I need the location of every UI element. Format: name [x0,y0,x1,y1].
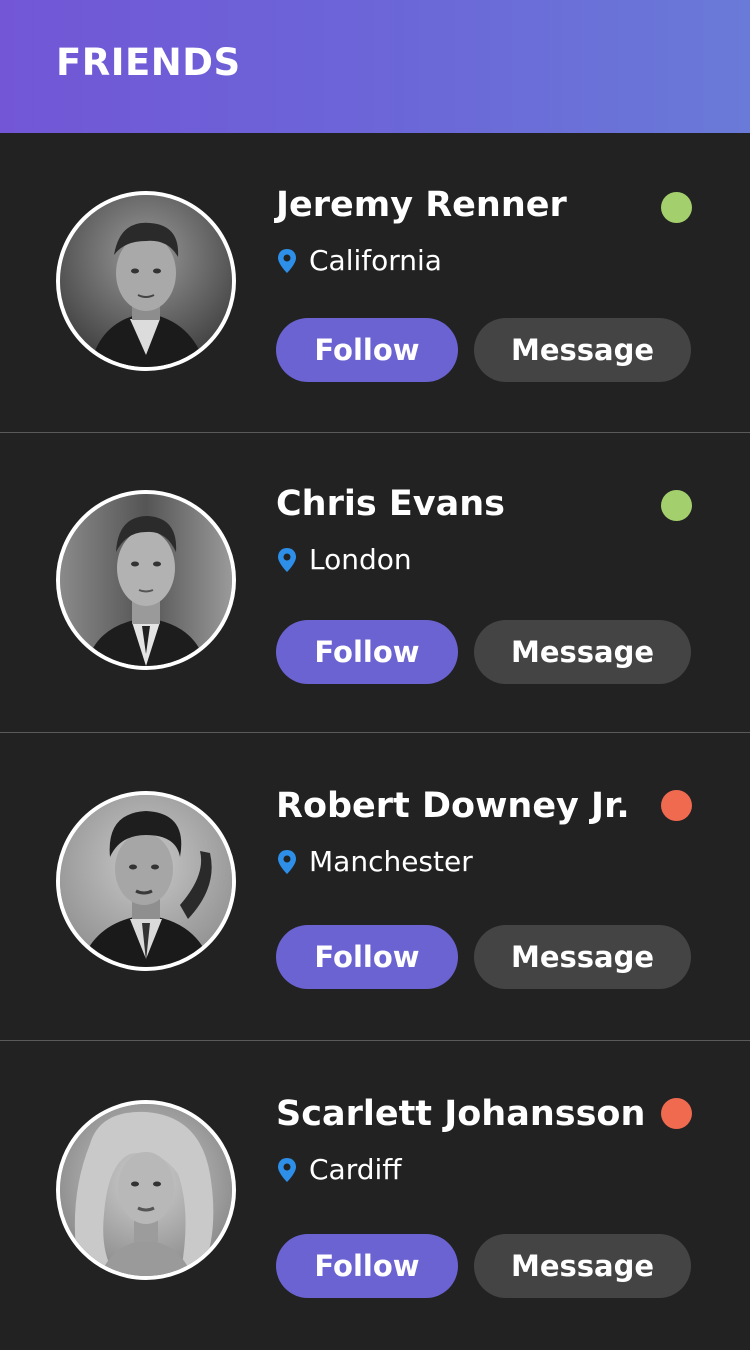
avatar-photo-scarlett-johansson [60,1104,232,1276]
follow-button[interactable]: Follow [276,318,458,382]
avatar-photo-robert-downey-jr [60,795,232,967]
friend-location: Cardiff [276,1153,402,1187]
friend-card: Jeremy Renner California Follow Message [0,133,750,433]
location-pin-icon [276,248,298,274]
location-label: California [309,244,442,277]
follow-button[interactable]: Follow [276,925,458,989]
avatar-photo-chris-evans [60,494,232,666]
online-status-dot [661,490,692,521]
location-label: Manchester [309,845,473,878]
location-pin-icon [276,547,298,573]
message-button[interactable]: Message [474,318,691,382]
friend-card: Robert Downey Jr. Manchester Follow Mess… [0,733,750,1041]
friend-name[interactable]: Jeremy Renner [276,183,567,227]
friend-name[interactable]: Robert Downey Jr. [276,784,630,828]
app-header: FRIENDS [0,0,750,133]
location-pin-icon [276,849,298,875]
message-button[interactable]: Message [474,1234,691,1298]
friend-card: Scarlett Johansson Cardiff Follow Messag… [0,1041,750,1350]
friend-location: California [276,244,442,278]
friend-name[interactable]: Chris Evans [276,482,505,526]
friends-list: Jeremy Renner California Follow Message [0,133,750,1350]
online-status-dot [661,192,692,223]
offline-status-dot [661,1098,692,1129]
message-button[interactable]: Message [474,620,691,684]
friend-card: Chris Evans London Follow Message [0,433,750,733]
friend-location: Manchester [276,845,473,879]
avatar[interactable] [56,490,236,670]
avatar[interactable] [56,791,236,971]
offline-status-dot [661,790,692,821]
avatar[interactable] [56,191,236,371]
page-title: FRIENDS [56,41,241,84]
location-pin-icon [276,1157,298,1183]
follow-button[interactable]: Follow [276,620,458,684]
location-label: Cardiff [309,1153,402,1186]
message-button[interactable]: Message [474,925,691,989]
location-label: London [309,543,412,576]
avatar[interactable] [56,1100,236,1280]
friend-name[interactable]: Scarlett Johansson [276,1092,645,1136]
avatar-photo-jeremy-renner [60,195,232,367]
friend-location: London [276,543,412,577]
follow-button[interactable]: Follow [276,1234,458,1298]
